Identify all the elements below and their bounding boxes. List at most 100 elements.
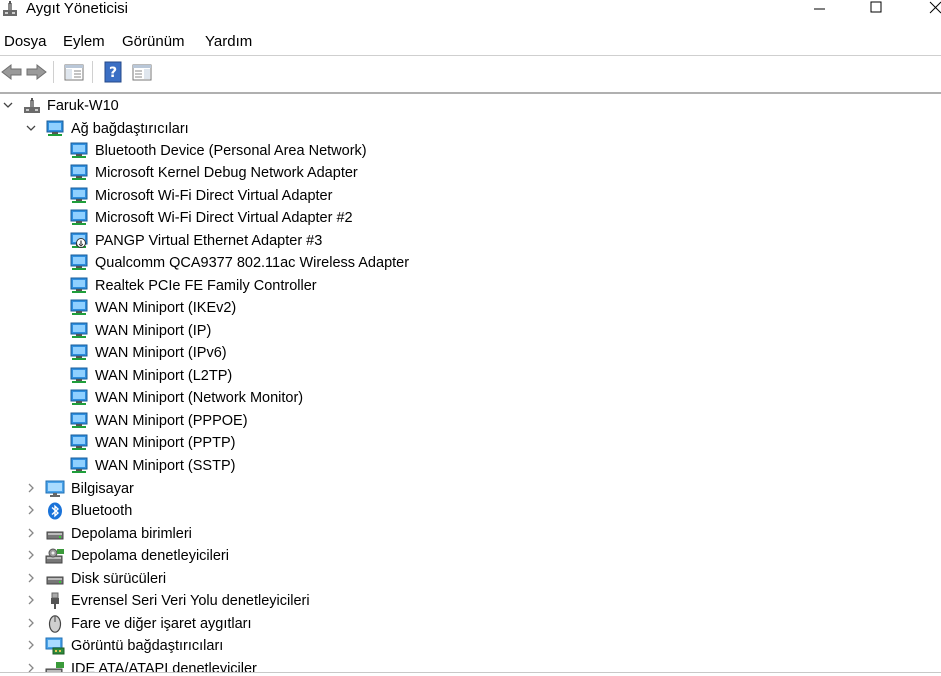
computer-root-icon — [24, 98, 40, 113]
device-label: WAN Miniport (PPTP) — [95, 435, 236, 451]
category-label: Fare ve diğer işaret aygıtları — [71, 616, 252, 632]
device-label: WAN Miniport (Network Monitor) — [95, 390, 304, 406]
device-item[interactable]: Microsoft Wi-Fi Direct Virtual Adapter — [0, 185, 941, 207]
category-usb-controllers[interactable]: Evrensel Seri Veri Yolu denetleyicileri — [0, 590, 941, 612]
svg-text:?: ? — [109, 65, 117, 81]
network-adapter-icon — [70, 277, 88, 293]
network-adapter-icon — [70, 412, 88, 428]
computer-icon — [45, 480, 65, 497]
device-item[interactable]: PANGP Virtual Ethernet Adapter #3 — [0, 230, 941, 252]
device-manager-icon — [3, 1, 17, 16]
tree-root-label: Faruk-W10 — [47, 98, 119, 114]
category-label: Depolama denetleyicileri — [71, 548, 229, 564]
close-icon[interactable] — [905, 0, 941, 20]
device-label: WAN Miniport (IKEv2) — [95, 300, 237, 316]
menu-dosya[interactable]: Dosya — [2, 33, 49, 51]
network-adapter-icon — [70, 142, 88, 158]
device-item[interactable]: Bluetooth Device (Personal Area Network) — [0, 140, 941, 162]
device-item[interactable]: WAN Miniport (L2TP) — [0, 365, 941, 387]
device-label: Microsoft Wi-Fi Direct Virtual Adapter #… — [95, 210, 353, 226]
bluetooth-icon — [48, 502, 62, 520]
device-item[interactable]: WAN Miniport (IKEv2) — [0, 297, 941, 319]
properties-icon[interactable] — [130, 60, 154, 84]
mouse-icon — [48, 615, 62, 633]
network-adapter-icon — [70, 457, 88, 473]
network-adapter-disabled-icon — [70, 232, 88, 248]
minimize-icon[interactable] — [796, 0, 842, 20]
network-adapter-icon — [70, 389, 88, 405]
maximize-icon[interactable] — [853, 0, 899, 20]
device-label: WAN Miniport (L2TP) — [95, 368, 233, 384]
toolbar-separator — [53, 61, 54, 83]
chevron-right-icon[interactable] — [25, 527, 37, 539]
ide-controller-icon — [45, 662, 64, 672]
category-label: IDE ATA/ATAPI denetleyiciler — [71, 661, 257, 672]
device-item[interactable]: WAN Miniport (PPPOE) — [0, 410, 941, 432]
chevron-right-icon[interactable] — [25, 594, 37, 606]
chevron-right-icon[interactable] — [25, 482, 37, 494]
category-ide-controllers[interactable]: IDE ATA/ATAPI denetleyiciler — [0, 658, 941, 672]
back-arrow-icon[interactable] — [0, 60, 24, 84]
device-label: Qualcomm QCA9377 802.11ac Wireless Adapt… — [95, 255, 410, 271]
chevron-right-icon[interactable] — [25, 639, 37, 651]
menu-yardim[interactable]: Yardım — [203, 33, 254, 51]
category-bluetooth[interactable]: Bluetooth — [0, 500, 941, 522]
network-adapter-icon — [70, 344, 88, 360]
device-item[interactable]: Microsoft Wi-Fi Direct Virtual Adapter #… — [0, 207, 941, 229]
network-adapter-icon — [70, 209, 88, 225]
category-storage-controllers[interactable]: Depolama denetleyicileri — [0, 545, 941, 567]
device-label: PANGP Virtual Ethernet Adapter #3 — [95, 233, 323, 249]
chevron-right-icon[interactable] — [25, 572, 37, 584]
category-disk-drives[interactable]: Disk sürücüleri — [0, 568, 941, 590]
title-bar: Aygıt Yöneticisi — [0, 0, 941, 26]
storage-controller-icon — [45, 548, 64, 564]
category-display-adapters[interactable]: Görüntü bağdaştırıcıları — [0, 635, 941, 657]
network-adapter-icon — [70, 164, 88, 180]
help-icon[interactable]: ? — [101, 60, 125, 84]
category-label: Bilgisayar — [71, 481, 134, 497]
device-item[interactable]: WAN Miniport (Network Monitor) — [0, 387, 941, 409]
network-adapter-icon — [46, 120, 64, 136]
network-adapter-icon — [70, 367, 88, 383]
device-item[interactable]: WAN Miniport (SSTP) — [0, 455, 941, 477]
category-computer[interactable]: Bilgisayar — [0, 478, 941, 500]
device-label: WAN Miniport (IPv6) — [95, 345, 227, 361]
bottom-border — [0, 672, 941, 673]
network-adapter-icon — [70, 434, 88, 450]
device-tree: Faruk-W10 Ağ bağdaştırıcıları Bluetooth … — [0, 94, 941, 672]
disk-drive-icon — [46, 576, 64, 585]
storage-volume-icon — [46, 531, 64, 540]
category-storage-volumes[interactable]: Depolama birimleri — [0, 523, 941, 545]
device-item[interactable]: WAN Miniport (IPv6) — [0, 342, 941, 364]
device-item[interactable]: Qualcomm QCA9377 802.11ac Wireless Adapt… — [0, 252, 941, 274]
show-hide-console-tree-icon[interactable] — [62, 60, 86, 84]
device-label: Bluetooth Device (Personal Area Network) — [95, 143, 367, 159]
chevron-down-icon[interactable] — [2, 99, 14, 111]
chevron-down-icon[interactable] — [25, 122, 37, 134]
tree-root[interactable]: Faruk-W10 — [0, 95, 941, 117]
menu-eylem[interactable]: Eylem — [61, 33, 107, 51]
chevron-right-icon[interactable] — [25, 549, 37, 561]
device-item[interactable]: Realtek PCIe FE Family Controller — [0, 275, 941, 297]
device-label: WAN Miniport (PPPOE) — [95, 413, 248, 429]
usb-icon — [51, 592, 59, 609]
chevron-right-icon[interactable] — [25, 662, 37, 672]
category-label: Depolama birimleri — [71, 526, 192, 542]
category-label: Evrensel Seri Veri Yolu denetleyicileri — [71, 593, 310, 609]
chevron-right-icon[interactable] — [25, 617, 37, 629]
category-network-adapters[interactable]: Ağ bağdaştırıcıları — [0, 118, 941, 140]
toolbar-separator — [92, 61, 93, 83]
menu-gorunum[interactable]: Görünüm — [120, 33, 187, 51]
network-adapter-icon — [70, 254, 88, 270]
device-item[interactable]: Microsoft Kernel Debug Network Adapter — [0, 162, 941, 184]
window-title: Aygıt Yöneticisi — [26, 0, 129, 17]
category-label: Disk sürücüleri — [71, 571, 167, 587]
device-label: WAN Miniport (IP) — [95, 323, 212, 339]
category-label: Bluetooth — [71, 503, 133, 519]
chevron-right-icon[interactable] — [25, 504, 37, 516]
device-item[interactable]: WAN Miniport (IP) — [0, 320, 941, 342]
toolbar: ? — [0, 58, 941, 86]
category-mice[interactable]: Fare ve diğer işaret aygıtları — [0, 613, 941, 635]
device-item[interactable]: WAN Miniport (PPTP) — [0, 432, 941, 454]
forward-arrow-icon[interactable] — [24, 60, 48, 84]
